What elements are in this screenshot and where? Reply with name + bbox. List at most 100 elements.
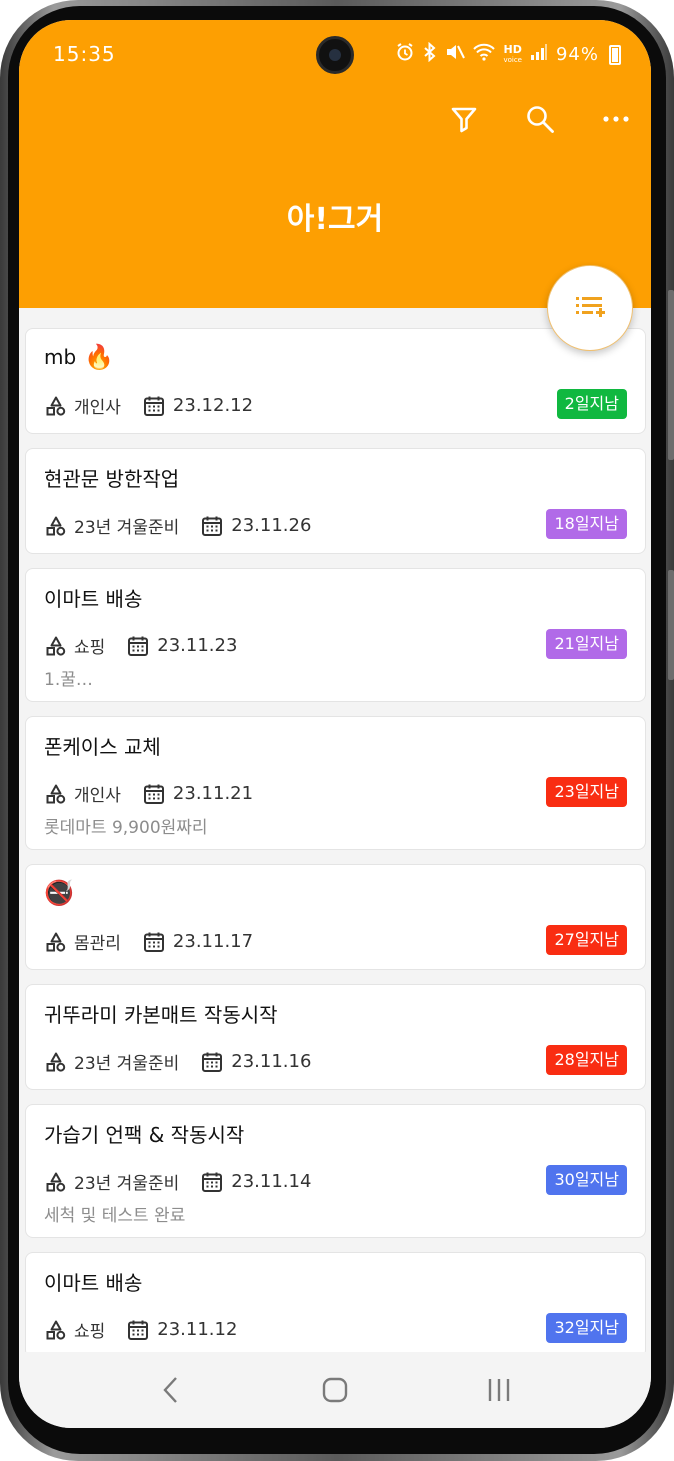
category-icon — [46, 1052, 66, 1072]
list-item[interactable]: 이마트 배송쇼핑 23.11.23 1.꿀… 21일지남 — [25, 568, 646, 702]
item-category: 23년 겨울준비 — [74, 1054, 180, 1074]
elapsed-days-badge: 27일지남 — [546, 925, 627, 955]
item-category: 23년 겨울준비 — [74, 1174, 180, 1194]
list-item[interactable]: 귀뚜라미 카본매트 작동시작 23년 겨울준비 23.11.16 28일지남 — [25, 984, 646, 1090]
add-item-button[interactable] — [547, 265, 633, 351]
battery-percent: 94% — [555, 44, 599, 65]
mute-icon — [445, 42, 466, 67]
elapsed-days-badge: 32일지남 — [546, 1313, 627, 1343]
item-title: 귀뚜라미 카본매트 작동시작 — [44, 999, 278, 1028]
item-category: 쇼핑 — [74, 1322, 106, 1342]
item-title: 이마트 배송 — [44, 1267, 142, 1296]
elapsed-days-badge: 30일지남 — [546, 1165, 627, 1195]
calendar-icon — [143, 783, 165, 805]
category-icon — [46, 932, 66, 952]
app-header: 15:35 HD voice 94% 아!그거 — [19, 20, 651, 308]
item-meta: 쇼핑 23.11.12 — [46, 1317, 237, 1342]
item-category: 쇼핑 — [74, 638, 106, 658]
power-button — [668, 570, 674, 680]
list-item[interactable]: 폰케이스 교체개인사 23.11.21 롯데마트 9,900원짜리 23일지남 — [25, 716, 646, 850]
more-button[interactable] — [595, 98, 637, 140]
category-icon — [46, 516, 66, 536]
filter-icon — [451, 107, 477, 133]
list-item[interactable]: mb 🔥 개인사 23.12.12 2일지남 — [25, 328, 646, 434]
category-icon — [46, 1320, 66, 1340]
calendar-icon — [127, 1319, 149, 1341]
status-time: 15:35 — [53, 42, 116, 66]
item-date: 23.11.14 — [231, 1171, 312, 1192]
hd-label: HD — [503, 42, 522, 56]
calendar-icon — [143, 395, 165, 417]
elapsed-days-badge: 2일지남 — [556, 389, 627, 419]
category-icon — [46, 1172, 66, 1192]
item-category: 몸관리 — [74, 934, 121, 954]
elapsed-days-badge: 21일지남 — [546, 629, 627, 659]
hd-sub-label: voice — [503, 55, 522, 64]
list-item[interactable]: 가습기 언팩 & 작동시작 23년 겨울준비 23.11.14 세척 및 테스트 완료… — [25, 1104, 646, 1238]
item-date: 23.11.17 — [172, 931, 254, 952]
item-title-text: 귀뚜라미 카본매트 작동시작 — [44, 1003, 278, 1027]
screen: 15:35 HD voice 94% 아!그거 mb 🔥 개인사 23.12.1… — [19, 20, 651, 1428]
filter-button[interactable] — [443, 98, 485, 140]
calendar-icon — [201, 1051, 223, 1073]
item-date: 23.11.26 — [231, 515, 312, 536]
elapsed-days-badge: 18일지남 — [546, 509, 627, 539]
item-memo: 롯데마트 9,900원짜리 — [44, 818, 208, 838]
item-category: 개인사 — [74, 786, 121, 806]
calendar-icon — [143, 931, 165, 953]
item-title-text: mb — [44, 345, 77, 369]
item-emoji: 🚭 — [44, 879, 74, 907]
volume-button — [668, 290, 674, 460]
item-date: 23.11.16 — [231, 1051, 312, 1072]
status-bar: 15:35 HD voice 94% — [19, 20, 651, 90]
item-emoji: 🔥 — [84, 343, 115, 371]
list-item[interactable]: 현관문 방한작업 23년 겨울준비 23.11.26 18일지남 — [25, 448, 646, 554]
home-icon — [322, 1377, 348, 1403]
item-title: 폰케이스 교체 — [44, 731, 161, 760]
item-meta: 개인사 23.12.12 — [46, 393, 253, 418]
search-icon — [527, 106, 554, 133]
recents-icon — [488, 1379, 510, 1401]
list-item[interactable]: 🚭 몸관리 23.11.17 27일지남 — [25, 864, 646, 970]
item-memo: 세척 및 테스트 완료 — [44, 1206, 186, 1226]
front-camera — [316, 36, 354, 74]
item-date: 23.11.21 — [172, 783, 254, 804]
calendar-icon — [127, 635, 149, 657]
signal-icon — [530, 43, 548, 66]
navigation-bar — [19, 1352, 651, 1428]
item-title: 가습기 언팩 & 작동시작 — [44, 1119, 244, 1148]
item-title: mb 🔥 — [44, 343, 114, 371]
elapsed-days-badge: 23일지남 — [546, 777, 627, 807]
item-meta: 개인사 23.11.21 — [46, 781, 253, 806]
category-icon — [46, 396, 66, 416]
item-date: 23.12.12 — [172, 395, 254, 416]
bluetooth-icon — [423, 41, 437, 67]
item-title-text: 현관문 방한작업 — [44, 467, 180, 491]
item-title-text: 이마트 배송 — [44, 587, 143, 611]
back-button[interactable] — [146, 1365, 196, 1415]
elapsed-days-badge: 28일지남 — [546, 1045, 627, 1075]
item-title-text: 가습기 언팩 & 작동시작 — [44, 1123, 245, 1147]
search-button[interactable] — [519, 98, 561, 140]
item-meta: 쇼핑 23.11.23 — [46, 633, 237, 658]
battery-icon — [609, 44, 621, 65]
item-meta: 23년 겨울준비 23.11.16 — [46, 1049, 311, 1074]
item-title: 🚭 — [44, 879, 74, 907]
more-icon — [603, 116, 629, 122]
status-icons: HD voice 94% — [395, 41, 621, 67]
item-meta: 23년 겨울준비 23.11.14 — [46, 1169, 311, 1194]
item-category: 23년 겨울준비 — [74, 518, 180, 538]
category-icon — [46, 784, 66, 804]
calendar-icon — [201, 515, 223, 537]
recents-button[interactable] — [474, 1365, 524, 1415]
item-title: 이마트 배송 — [44, 583, 142, 612]
hd-voice-indicator: HD voice — [503, 42, 522, 65]
toolbar — [443, 98, 637, 140]
calendar-icon — [201, 1171, 223, 1193]
home-button[interactable] — [310, 1365, 360, 1415]
item-meta: 23년 겨울준비 23.11.26 — [46, 513, 311, 538]
item-date: 23.11.12 — [157, 1319, 238, 1340]
item-memo: 1.꿀… — [44, 670, 93, 690]
item-category: 개인사 — [74, 398, 121, 418]
list-item[interactable]: 이마트 배송쇼핑 23.11.12 32일지남 — [25, 1252, 646, 1352]
